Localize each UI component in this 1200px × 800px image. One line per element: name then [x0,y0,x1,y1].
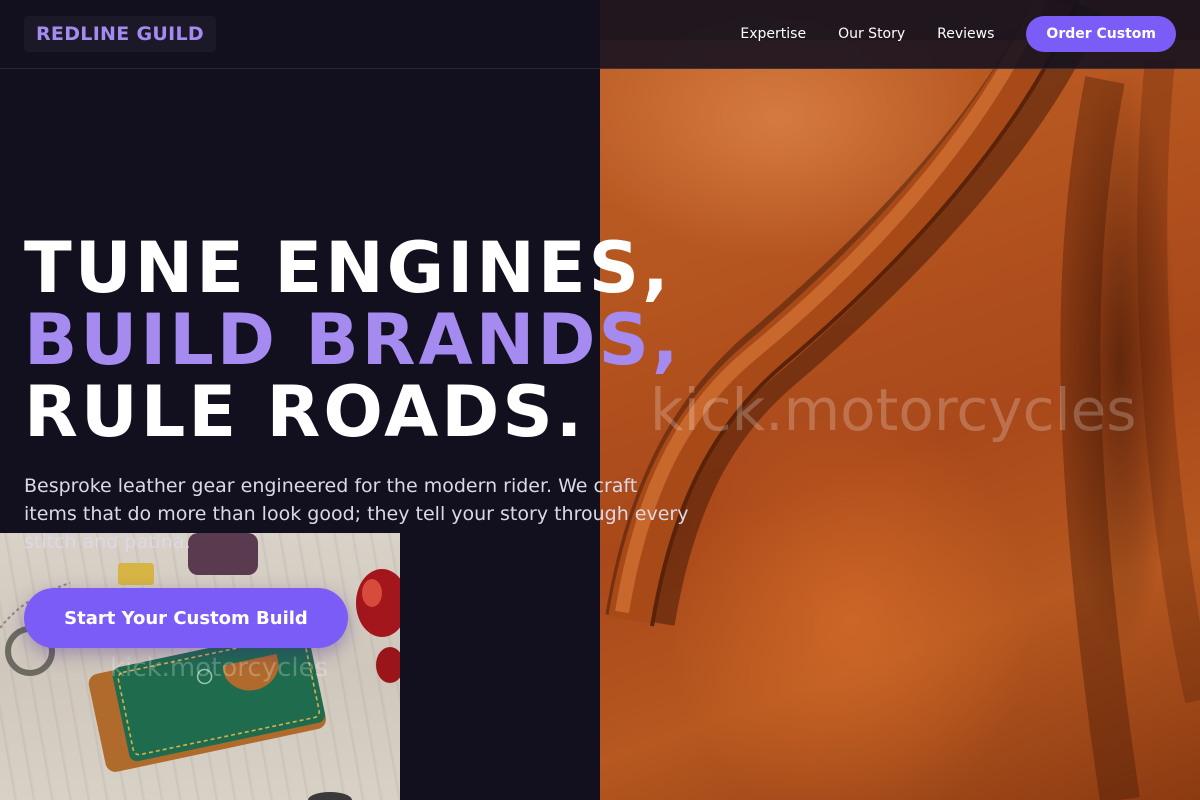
site-header: REDLINE GUILD Expertise Our Story Review… [0,0,1200,69]
brand-logo[interactable]: REDLINE GUILD [24,16,216,52]
hero-heading-line-2: BUILD BRANDS, [24,299,682,381]
nav-link-reviews[interactable]: Reviews [937,16,994,52]
order-custom-button[interactable]: Order Custom [1026,16,1176,52]
hero-subtext: Besproke leather gear engineered for the… [24,475,689,553]
hero-heading-line-1: TUNE ENGINES, [24,227,672,309]
hero-heading-line-3: RULE ROADS. [24,371,586,453]
main-nav: Expertise Our Story Reviews Order Custom [740,16,1176,52]
wallet-image: kick.motorcycles [0,533,400,800]
nav-link-expertise[interactable]: Expertise [740,16,806,52]
nav-link-our-story[interactable]: Our Story [838,16,905,52]
hero-leather-image: kick.motorcycles [600,0,1200,800]
leather-image-watermark: kick.motorcycles [650,376,1137,444]
hero-heading: TUNE ENGINES, BUILD BRANDS, RULE ROADS. [24,232,681,448]
start-custom-build-button[interactable]: Start Your Custom Build [24,588,348,648]
wallet-image-watermark: kick.motorcycles [110,653,329,683]
